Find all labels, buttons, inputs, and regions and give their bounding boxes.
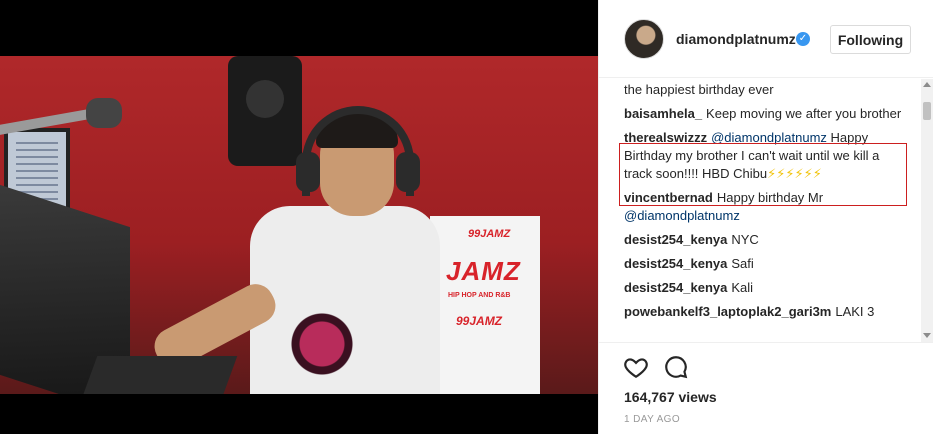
radio-banner bbox=[430, 216, 540, 394]
studio-speaker bbox=[228, 56, 302, 166]
comment-icon[interactable] bbox=[663, 354, 689, 380]
comment-username[interactable]: desist254_kenya bbox=[624, 232, 727, 247]
comment-item: desist254_kenya Safi bbox=[624, 255, 910, 273]
comment-text: LAKI 3 bbox=[835, 304, 875, 319]
heart-icon[interactable] bbox=[623, 354, 649, 380]
comment-text: the happiest birthday ever bbox=[624, 82, 774, 97]
comment-username[interactable]: desist254_kenya bbox=[624, 280, 727, 295]
post-header: diamondplatnumz ✓ Following bbox=[599, 0, 933, 78]
comment-username[interactable]: desist254_kenya bbox=[624, 256, 727, 271]
view-count: 164,767 views bbox=[624, 389, 717, 405]
comment-mention[interactable]: @diamondplatnumz bbox=[624, 208, 740, 223]
headphone-left-cup bbox=[296, 152, 320, 192]
post-timestamp[interactable]: 1 DAY AGO bbox=[624, 414, 680, 425]
comment-item: desist254_kenya NYC bbox=[624, 231, 910, 249]
banner-tagline: HIP HOP AND R&B bbox=[448, 292, 511, 299]
media-pane[interactable]: 99JAMZ JAMZ HIP HOP AND R&B 99JAMZ bbox=[0, 0, 598, 434]
comments-list[interactable]: the happiest birthday ever baisamhela_ Ke… bbox=[599, 79, 933, 342]
comment-text: Kali bbox=[731, 280, 754, 295]
dj-console bbox=[82, 356, 238, 394]
video-player[interactable]: 99JAMZ JAMZ HIP HOP AND R&B 99JAMZ bbox=[0, 56, 598, 394]
post-actions: 164,767 views 1 DAY AGO bbox=[599, 342, 933, 434]
banner-logo: JAMZ bbox=[446, 256, 521, 286]
banner-logo-bottom: 99JAMZ bbox=[456, 314, 503, 328]
comment-username[interactable]: baisamhela_ bbox=[624, 106, 702, 121]
comment-item: baisamhela_ Keep moving we after you brot… bbox=[624, 105, 910, 123]
shirt-graphic bbox=[286, 312, 376, 392]
highlight-annotation bbox=[619, 143, 907, 206]
post-viewer: 99JAMZ JAMZ HIP HOP AND R&B 99JAMZ diamo… bbox=[0, 0, 933, 434]
scroll-up-arrow-icon[interactable] bbox=[923, 82, 931, 87]
comment-text: NYC bbox=[731, 232, 759, 247]
scroll-down-arrow-icon[interactable] bbox=[923, 333, 931, 338]
comment-item: powebankelf3_laptoplak2_gari3m LAKI 3 bbox=[624, 303, 910, 321]
username-link[interactable]: diamondplatnumz bbox=[676, 31, 796, 47]
comment-text: Keep moving we after you brother bbox=[706, 106, 902, 121]
banner-logo-small: 99JAMZ bbox=[468, 228, 511, 240]
comment-item: the happiest birthday ever bbox=[624, 81, 910, 99]
following-button[interactable]: Following bbox=[830, 25, 911, 54]
microphone bbox=[86, 98, 122, 128]
verified-badge-icon: ✓ bbox=[796, 32, 810, 46]
headphone-right-cup bbox=[396, 152, 420, 192]
comment-item: desist254_kenya Kali bbox=[624, 279, 910, 297]
comment-username[interactable]: powebankelf3_laptoplak2_gari3m bbox=[624, 304, 831, 319]
comments-scrollbar[interactable] bbox=[921, 79, 933, 342]
comment-text: Safi bbox=[731, 256, 754, 271]
scrollbar-thumb[interactable] bbox=[923, 102, 931, 120]
avatar[interactable] bbox=[624, 19, 664, 59]
post-side-panel: diamondplatnumz ✓ Following the happiest… bbox=[598, 0, 933, 434]
